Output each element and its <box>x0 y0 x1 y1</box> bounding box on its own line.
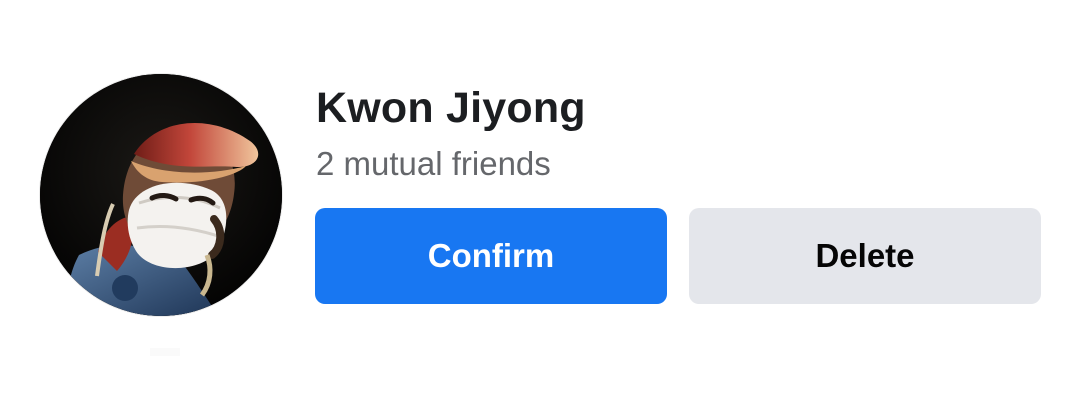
mutual-friends-count[interactable]: 2 mutual friends <box>316 142 551 186</box>
profile-photo-icon <box>40 74 282 316</box>
friend-name[interactable]: Kwon Jiyong <box>316 80 586 136</box>
profile-photo-icon[interactable] <box>40 74 282 316</box>
bottom-artifact <box>150 348 180 356</box>
confirm-button[interactable]: Confirm <box>315 208 667 304</box>
delete-button[interactable]: Delete <box>689 208 1041 304</box>
friend-request-card: Kwon Jiyong 2 mutual friends Confirm Del… <box>0 0 1079 404</box>
